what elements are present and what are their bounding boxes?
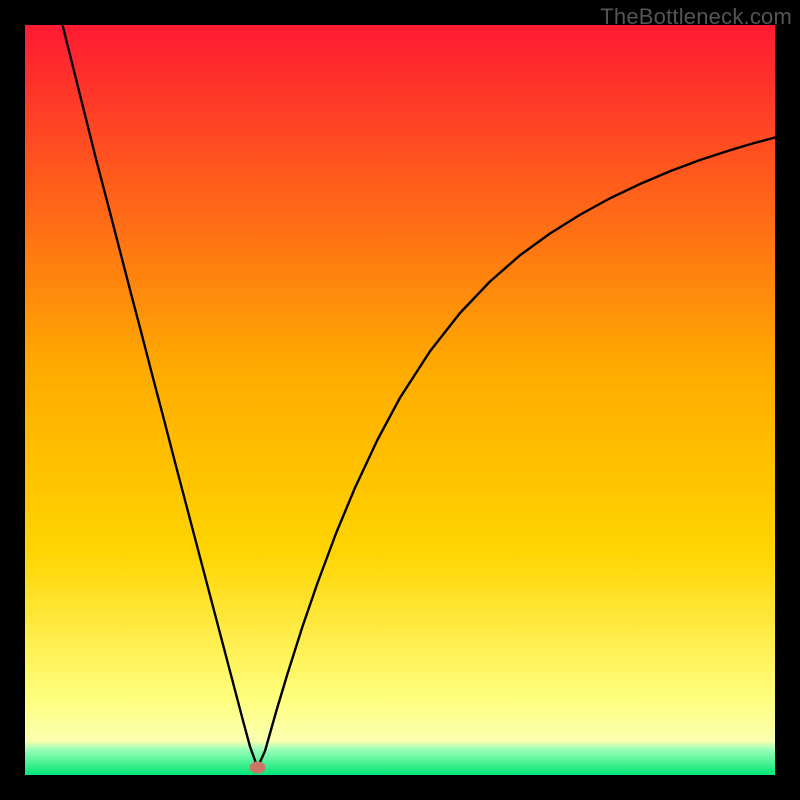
bottleneck-chart <box>25 25 775 775</box>
optimum-marker <box>250 762 266 774</box>
plot-area <box>25 25 775 775</box>
chart-frame: TheBottleneck.com <box>0 0 800 800</box>
